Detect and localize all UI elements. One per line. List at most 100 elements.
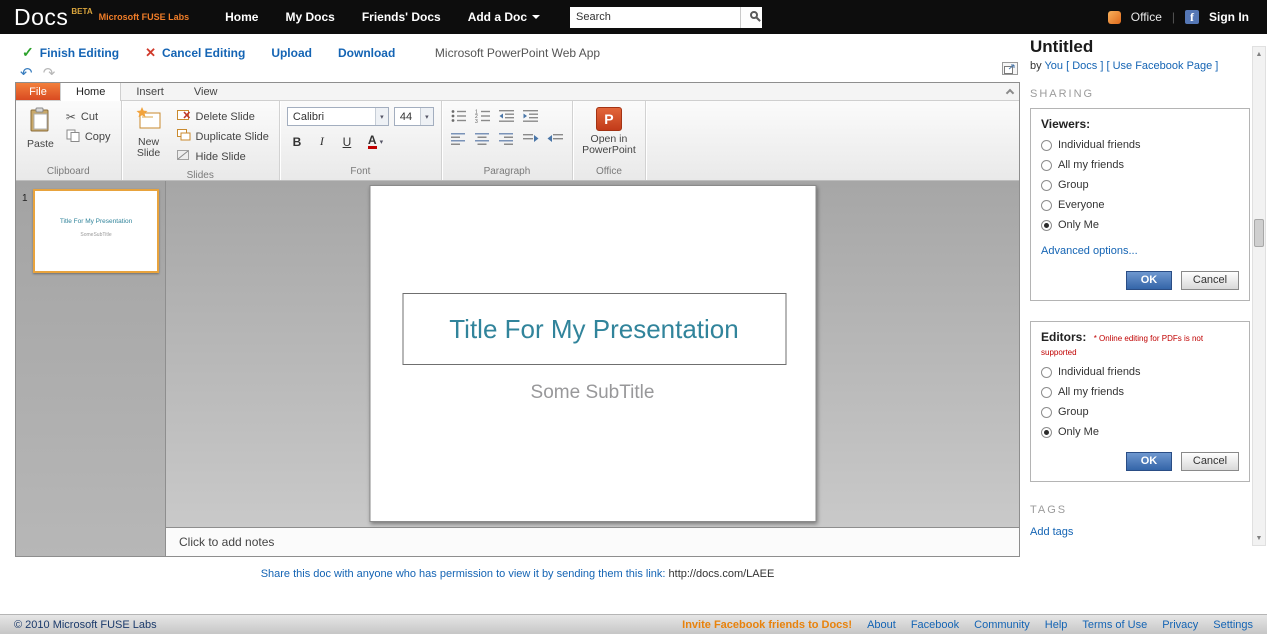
duplicate-slide-button[interactable]: Duplicate Slide [174, 127, 272, 146]
text-direction-rtl-button[interactable] [545, 131, 565, 147]
bold-button[interactable]: B [287, 132, 307, 151]
align-right-button[interactable] [497, 131, 517, 147]
slide-canvas[interactable]: Title For My Presentation Some SubTitle [369, 185, 816, 522]
font-size-value: 44 [399, 110, 413, 123]
search-box [570, 6, 763, 28]
sign-in-link[interactable]: Sign In [1209, 10, 1249, 24]
new-slide-button[interactable]: New Slide [129, 105, 169, 161]
radio-label: Group [1058, 406, 1089, 418]
radio-icon [1041, 199, 1052, 211]
slide-number: 1 [22, 193, 28, 204]
scroll-up-icon[interactable]: ▲ [1253, 47, 1265, 61]
search-button[interactable] [740, 6, 763, 28]
font-color-button[interactable]: A ▾ [367, 133, 383, 149]
byline-docs-link[interactable]: [ Docs ] [1066, 60, 1103, 72]
ribbon-group-paragraph: 123 Paragraph [442, 101, 573, 180]
ribbon-collapse-icon[interactable] [1001, 83, 1019, 100]
nav-item-home[interactable]: Home [225, 10, 258, 24]
cancel-editing-button[interactable]: Cancel Editing [162, 46, 245, 60]
footer-link-terms[interactable]: Terms of Use [1082, 619, 1147, 631]
share-url[interactable]: http://docs.com/LAEE [669, 568, 775, 580]
share-text: Share this doc with anyone who has permi… [260, 568, 666, 580]
invite-facebook-link[interactable]: Invite Facebook friends to Docs! [682, 619, 852, 631]
editors-buttons: OK Cancel [1041, 452, 1239, 471]
font-family-select[interactable]: Calibri ▾ [286, 107, 389, 126]
action-bar: Microsoft PowerPoint Web App ✓ Finish Ed… [0, 34, 1020, 82]
download-button[interactable]: Download [338, 46, 395, 60]
search-input[interactable] [570, 6, 741, 28]
tab-insert[interactable]: Insert [121, 83, 179, 100]
advanced-options-link[interactable]: Advanced options... [1041, 245, 1239, 257]
editors-radio-only-me[interactable]: Only Me [1041, 426, 1239, 438]
bullets-button[interactable] [449, 108, 469, 124]
thumbnail-subtitle: SomeSubTitle [80, 232, 112, 238]
byline-you-link[interactable]: You [1044, 60, 1063, 72]
slide-thumbnail-1[interactable]: Title For My Presentation SomeSubTitle [33, 189, 159, 273]
radio-label: Only Me [1058, 219, 1099, 231]
font-color-label: A [367, 133, 377, 149]
editors-cancel-button[interactable]: Cancel [1181, 452, 1239, 471]
tab-home[interactable]: Home [60, 83, 122, 101]
increase-indent-button[interactable] [521, 108, 541, 124]
office-label[interactable]: Office [1131, 10, 1162, 24]
popout-icon[interactable] [1002, 62, 1018, 75]
italic-button[interactable]: I [312, 132, 332, 151]
byline-by: by [1030, 60, 1042, 72]
vertical-scrollbar[interactable]: ▲ ▼ [1252, 46, 1266, 546]
numbering-button[interactable]: 123 [473, 108, 493, 124]
delete-slide-button[interactable]: Delete Slide [174, 107, 272, 126]
add-tags-link[interactable]: Add tags [1030, 526, 1250, 538]
nav-item-my-docs[interactable]: My Docs [285, 10, 334, 24]
footer-link-about[interactable]: About [867, 619, 896, 631]
tab-file[interactable]: File [16, 83, 60, 100]
paste-button[interactable]: Paste [23, 105, 58, 152]
editors-radio-group[interactable]: Group [1041, 406, 1239, 418]
title-placeholder[interactable]: Title For My Presentation [402, 293, 786, 365]
copyright: © 2010 Microsoft FUSE Labs [14, 618, 157, 631]
align-left-button[interactable] [449, 131, 469, 147]
viewers-cancel-button[interactable]: Cancel [1181, 271, 1239, 290]
footer-link-help[interactable]: Help [1045, 619, 1068, 631]
nav-item-friends-docs[interactable]: Friends' Docs [362, 10, 441, 24]
footer-link-settings[interactable]: Settings [1213, 619, 1253, 631]
footer-link-privacy[interactable]: Privacy [1162, 619, 1198, 631]
viewers-radio-everyone[interactable]: Everyone [1041, 199, 1239, 211]
font-size-select[interactable]: 44 ▾ [393, 107, 434, 126]
viewers-radio-all-my-friends[interactable]: All my friends [1041, 159, 1239, 171]
viewers-radio-individual-friends[interactable]: Individual friends [1041, 139, 1239, 151]
tab-view[interactable]: View [179, 83, 233, 100]
text-direction-ltr-button[interactable] [521, 131, 541, 147]
align-center-button[interactable] [473, 131, 493, 147]
viewers-radio-group[interactable]: Group [1041, 179, 1239, 191]
finish-editing-button[interactable]: Finish Editing [40, 46, 119, 60]
underline-button[interactable]: U [337, 132, 357, 151]
undo-icon[interactable]: ↶ [20, 65, 33, 82]
notes-area[interactable]: Click to add notes [166, 527, 1019, 556]
footer-link-community[interactable]: Community [974, 619, 1030, 631]
cut-button[interactable]: ✂ Cut [63, 107, 114, 126]
radio-icon-selected [1041, 426, 1052, 438]
open-in-powerpoint-button[interactable]: P Open in PowerPoint [580, 105, 638, 158]
scrollbar-thumb[interactable] [1254, 219, 1264, 247]
doc-info-sidebar: Untitled by You [ Docs ] [ Use Facebook … [1030, 38, 1250, 538]
radio-label: Individual friends [1058, 139, 1141, 151]
scroll-down-icon[interactable]: ▼ [1253, 531, 1265, 545]
upload-button[interactable]: Upload [271, 46, 312, 60]
viewers-radio-only-me[interactable]: Only Me [1041, 219, 1239, 231]
sharing-header: SHARING [1030, 88, 1095, 100]
top-bar: Docs BETA Microsoft FUSE Labs Home My Do… [0, 0, 1267, 34]
editors-ok-button[interactable]: OK [1126, 452, 1172, 471]
editors-radio-individual-friends[interactable]: Individual friends [1041, 366, 1239, 378]
ribbon-group-clipboard: Paste ✂ Cut Copy Clipboard [16, 101, 122, 180]
decrease-indent-button[interactable] [497, 108, 517, 124]
docs-logo[interactable]: Docs [14, 4, 68, 31]
subtitle-placeholder[interactable]: Some SubTitle [370, 382, 815, 404]
footer-link-facebook[interactable]: Facebook [911, 619, 959, 631]
byline-use-facebook-link[interactable]: [ Use Facebook Page ] [1106, 60, 1218, 72]
redo-icon[interactable]: ↷ [43, 65, 56, 82]
editors-radio-all-my-friends[interactable]: All my friends [1041, 386, 1239, 398]
nav-item-add-a-doc[interactable]: Add a Doc [468, 10, 541, 24]
viewers-ok-button[interactable]: OK [1126, 271, 1172, 290]
copy-button[interactable]: Copy [63, 127, 114, 146]
hide-slide-button[interactable]: Hide Slide [174, 147, 272, 166]
